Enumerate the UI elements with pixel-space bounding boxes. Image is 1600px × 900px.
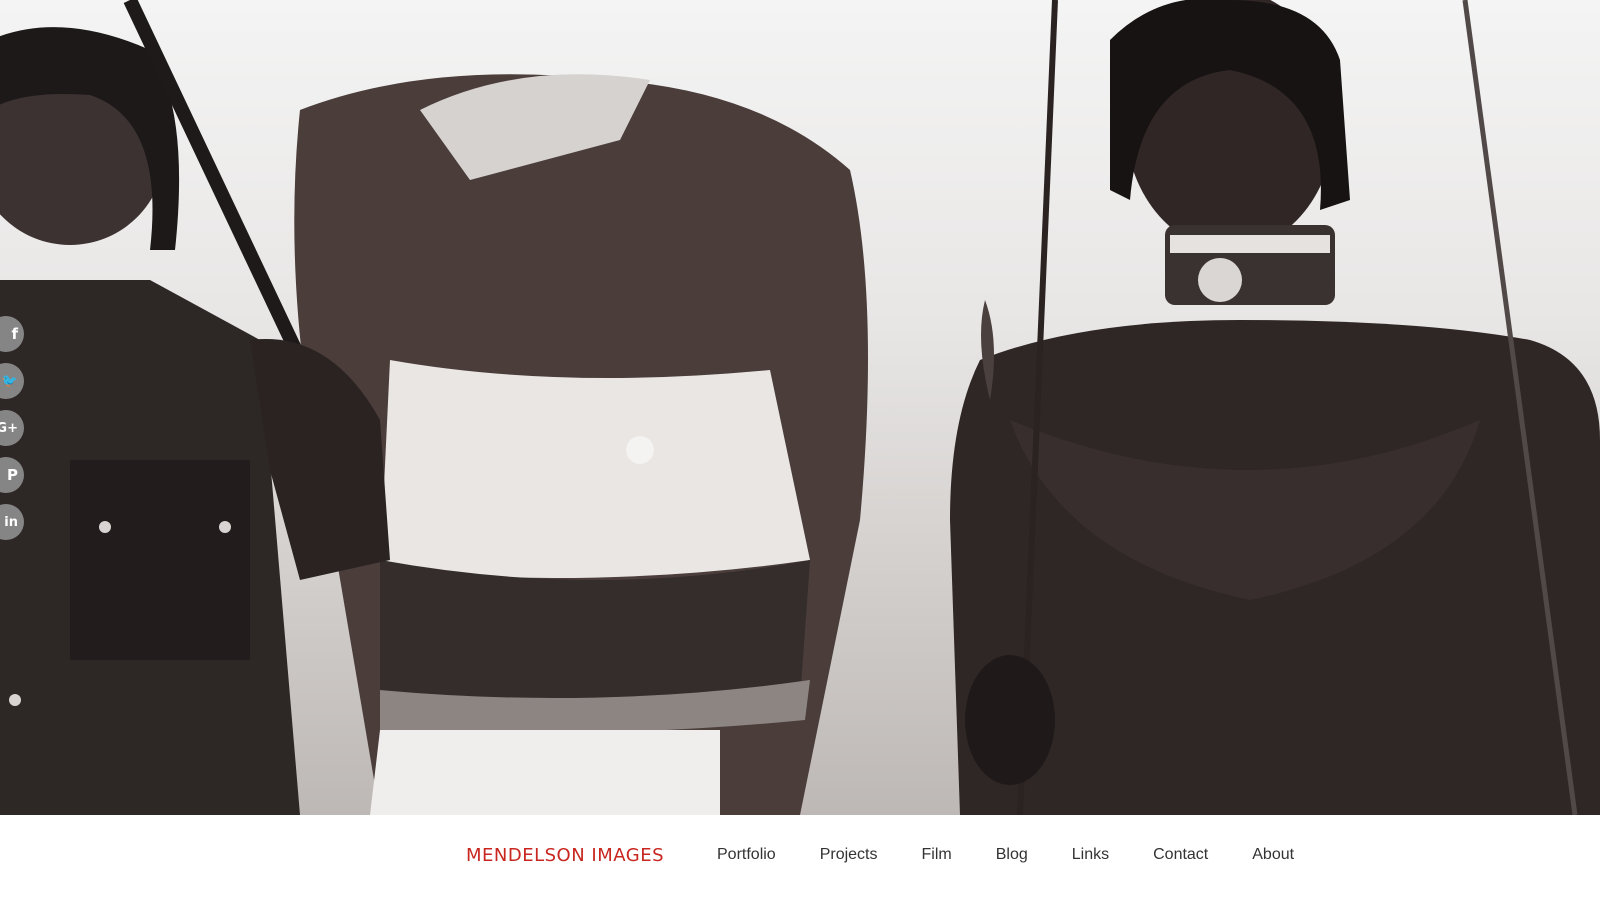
- google-plus-share-button[interactable]: G+: [0, 410, 24, 446]
- main-navbar: MENDELSON IMAGES Portfolio Projects Film…: [0, 815, 1600, 900]
- hero-photo-art: [0, 0, 1600, 815]
- social-share-bar: f 🐦 G+ P in: [0, 316, 36, 540]
- twitter-share-button[interactable]: 🐦: [0, 363, 24, 399]
- hero-photo: [0, 0, 1600, 815]
- nav-link-film[interactable]: Film: [922, 846, 952, 864]
- nav-link-about[interactable]: About: [1252, 846, 1294, 864]
- nav-link-blog[interactable]: Blog: [996, 846, 1028, 864]
- nav-link-contact[interactable]: Contact: [1153, 846, 1208, 864]
- nav-link-links[interactable]: Links: [1072, 846, 1109, 864]
- pinterest-icon: P: [7, 466, 18, 484]
- google-plus-icon: G+: [0, 420, 18, 436]
- facebook-share-button[interactable]: f: [0, 316, 24, 352]
- nav-link-portfolio[interactable]: Portfolio: [717, 846, 776, 864]
- linkedin-share-button[interactable]: in: [0, 504, 24, 540]
- nav-link-projects[interactable]: Projects: [820, 846, 878, 864]
- brand-logo-link[interactable]: MENDELSON IMAGES: [466, 845, 664, 866]
- linkedin-icon: in: [4, 514, 18, 530]
- nav-links: Portfolio Projects Film Blog Links Conta…: [717, 846, 1294, 864]
- twitter-icon: 🐦: [1, 373, 18, 389]
- pinterest-share-button[interactable]: P: [0, 457, 24, 493]
- facebook-icon: f: [11, 325, 18, 343]
